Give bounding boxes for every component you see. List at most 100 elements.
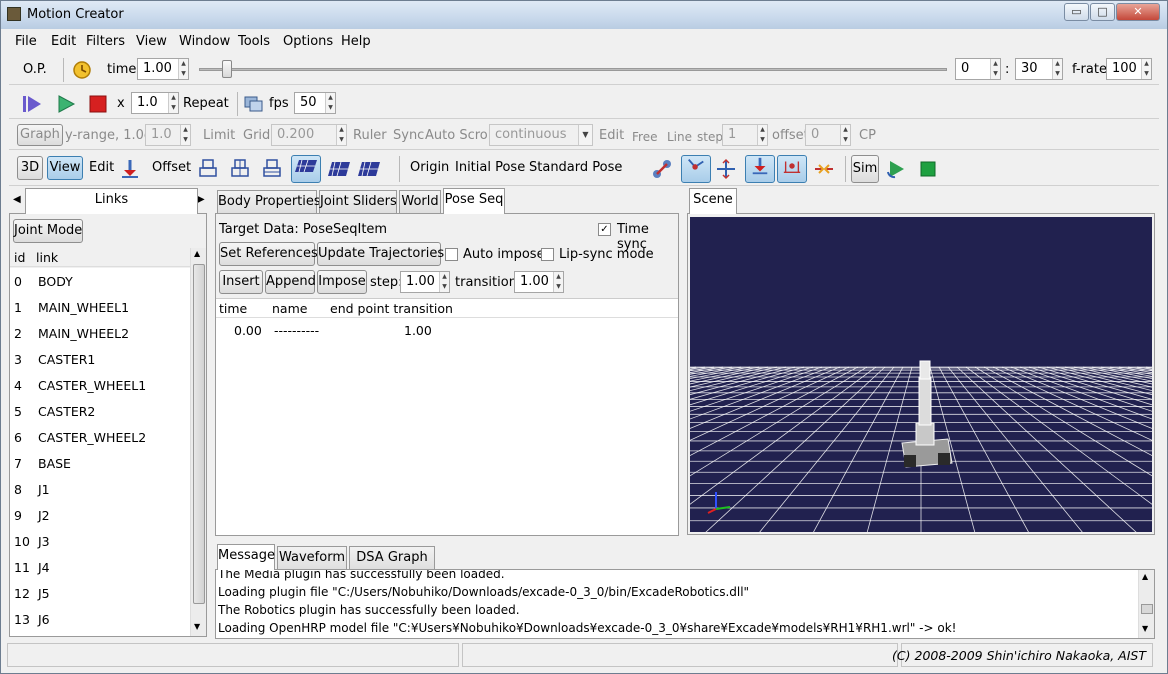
free-toggle[interactable]: Free — [632, 130, 657, 144]
floor-grid-icon[interactable] — [327, 158, 351, 180]
table-row[interactable]: 0.00 ---------- 1.00 — [216, 319, 678, 341]
scrollbar-thumb[interactable] — [1141, 604, 1153, 614]
menu-filters[interactable]: Filters — [86, 34, 125, 49]
link-row[interactable]: 12 J5 — [10, 580, 190, 606]
sync-toggle[interactable]: Sync — [393, 128, 424, 143]
menu-options[interactable]: Options — [283, 34, 333, 49]
play-from-start-icon[interactable] — [21, 93, 43, 115]
step-spinbox[interactable]: 1.00 ▲ ▼ — [400, 271, 450, 293]
floor-grid-icon[interactable] — [357, 158, 381, 180]
close-button[interactable]: ✕ — [1116, 3, 1160, 21]
link-row[interactable]: 3 CASTER1 — [10, 346, 190, 372]
link-ik-icon[interactable] — [651, 158, 673, 180]
zmp-toggle[interactable] — [777, 155, 807, 183]
scroll-down-icon[interactable]: ▼ — [194, 622, 200, 631]
menu-tools[interactable]: Tools — [238, 34, 270, 49]
speed-spinbox[interactable]: 1.0 ▲ ▼ — [131, 92, 179, 114]
time-spinbox[interactable]: 1.00 ▲ ▼ — [137, 58, 189, 80]
pose-seq-table[interactable]: time name end point transition 0.00 ----… — [216, 298, 678, 535]
link-row[interactable]: 1 MAIN_WHEEL1 — [10, 294, 190, 320]
op-label[interactable]: O.P. — [23, 62, 47, 77]
transition-spinbox[interactable]: 1.00 ▲ ▼ — [514, 271, 564, 293]
update-trajectories-button[interactable]: Update Trajectories — [317, 242, 444, 266]
time-slider-track[interactable] — [199, 68, 947, 71]
message-log[interactable]: The Media plugin has successfully been l… — [215, 569, 1155, 639]
scrollbar-thumb[interactable] — [193, 264, 205, 604]
tab-body-properties[interactable]: Body Properties — [217, 190, 321, 214]
insert-button[interactable]: Insert — [219, 270, 263, 294]
sim-button[interactable]: Sim — [851, 155, 879, 183]
yrange-spinbox[interactable]: 1.0 ▲ ▼ — [145, 124, 191, 146]
links-scrollbar[interactable]: ▲ ▼ — [190, 248, 206, 636]
robot-top-icon[interactable] — [261, 158, 283, 180]
tab-message[interactable]: Message — [217, 544, 275, 570]
edit-mode-icon[interactable] — [119, 158, 141, 180]
robot-side-icon[interactable] — [229, 158, 251, 180]
merge-icon[interactable] — [813, 158, 835, 180]
grid-spinbox[interactable]: 0.200 ▲ ▼ — [271, 124, 347, 146]
link-row[interactable]: 7 BASE — [10, 450, 190, 476]
frate-spinbox[interactable]: 100 ▲ ▼ — [1106, 58, 1152, 80]
scroll-up-icon[interactable]: ▲ — [1142, 572, 1148, 581]
origin-button[interactable]: Origin — [410, 160, 449, 175]
menu-edit[interactable]: Edit — [51, 34, 76, 49]
link-row[interactable]: 0 BODY — [10, 268, 190, 294]
link-row[interactable]: 11 J4 — [10, 554, 190, 580]
offset-toggle[interactable]: Offset — [152, 160, 191, 175]
tab-scroll-right-icon[interactable]: ▶ — [197, 194, 205, 205]
impose-button[interactable]: Impose — [317, 270, 367, 294]
minutes-spinbox[interactable]: 0 ▲ ▼ — [955, 58, 1001, 80]
maximize-button[interactable]: □ — [1090, 3, 1115, 21]
joint-mode-button[interactable]: Joint Mode — [13, 219, 83, 243]
tab-scroll-left-icon[interactable]: ◀ — [13, 194, 21, 205]
3d-button[interactable]: 3D — [17, 156, 43, 180]
lipsync-checkbox[interactable] — [541, 248, 554, 261]
ruler-toggle[interactable]: Ruler — [353, 128, 387, 143]
link-row[interactable]: 5 CASTER2 — [10, 398, 190, 424]
repeat-toggle[interactable]: Repeat — [183, 96, 229, 111]
append-button[interactable]: Append — [265, 270, 316, 294]
seconds-spinbox[interactable]: 30 ▲ ▼ — [1015, 58, 1063, 80]
cp-toggle[interactable]: CP — [859, 128, 876, 143]
robot-front-icon[interactable] — [197, 158, 219, 180]
tab-waveform[interactable]: Waveform — [277, 546, 347, 570]
graph-button[interactable]: Graph — [17, 124, 63, 146]
view-button[interactable]: View — [47, 156, 83, 180]
stop-icon[interactable] — [87, 93, 109, 115]
menu-window[interactable]: Window — [179, 34, 230, 49]
tab-scene[interactable]: Scene — [689, 188, 737, 214]
link-row[interactable]: 4 CASTER_WHEEL1 — [10, 372, 190, 398]
play-icon[interactable] — [55, 93, 77, 115]
tab-dsa-graph[interactable]: DSA Graph — [349, 546, 435, 570]
minimize-button[interactable]: ▭ — [1064, 3, 1089, 21]
scroll-up-icon[interactable]: ▲ — [194, 249, 200, 258]
sim-start-icon[interactable] — [885, 158, 907, 180]
link-row[interactable]: 9 J2 — [10, 502, 190, 528]
time-sync-icon[interactable] — [71, 59, 93, 81]
time-sync-checkbox[interactable]: ✓ — [598, 223, 611, 236]
time-slider-thumb[interactable] — [222, 60, 233, 78]
link-row[interactable]: 2 MAIN_WHEEL2 — [10, 320, 190, 346]
edit-toggle[interactable]: Edit — [599, 128, 624, 143]
link-row[interactable]: 6 CASTER_WHEEL2 — [10, 424, 190, 450]
link-row[interactable]: 13 J6 — [10, 606, 190, 632]
limit-toggle[interactable]: Limit — [203, 128, 235, 143]
offset-spinbox[interactable]: 0 ▲ ▼ — [805, 124, 851, 146]
line-toggle[interactable]: Line — [667, 130, 692, 144]
auto-impose-checkbox[interactable] — [445, 248, 458, 261]
message-scrollbar[interactable]: ▲ ▼ — [1138, 570, 1154, 638]
scene-viewport[interactable] — [690, 217, 1152, 532]
grid-toggle[interactable]: Grid — [243, 128, 270, 143]
standard-pose-button[interactable]: Standard Pose — [529, 160, 622, 175]
axes-move-icon[interactable] — [715, 158, 737, 180]
fps-spinbox[interactable]: 50 ▲ ▼ — [294, 92, 336, 114]
scroll-down-icon[interactable]: ▼ — [1142, 624, 1148, 633]
tab-world[interactable]: World — [399, 190, 441, 214]
edit-toggle[interactable]: Edit — [89, 160, 114, 175]
tab-joint-sliders[interactable]: Joint Sliders — [319, 190, 397, 214]
link-row[interactable]: 10 J3 — [10, 528, 190, 554]
initial-pose-button[interactable]: Initial Pose — [455, 160, 525, 175]
set-references-button[interactable]: Set References — [219, 242, 318, 266]
menu-help[interactable]: Help — [341, 34, 371, 49]
autoscroll-combo[interactable]: continuous ▼ — [489, 124, 593, 146]
